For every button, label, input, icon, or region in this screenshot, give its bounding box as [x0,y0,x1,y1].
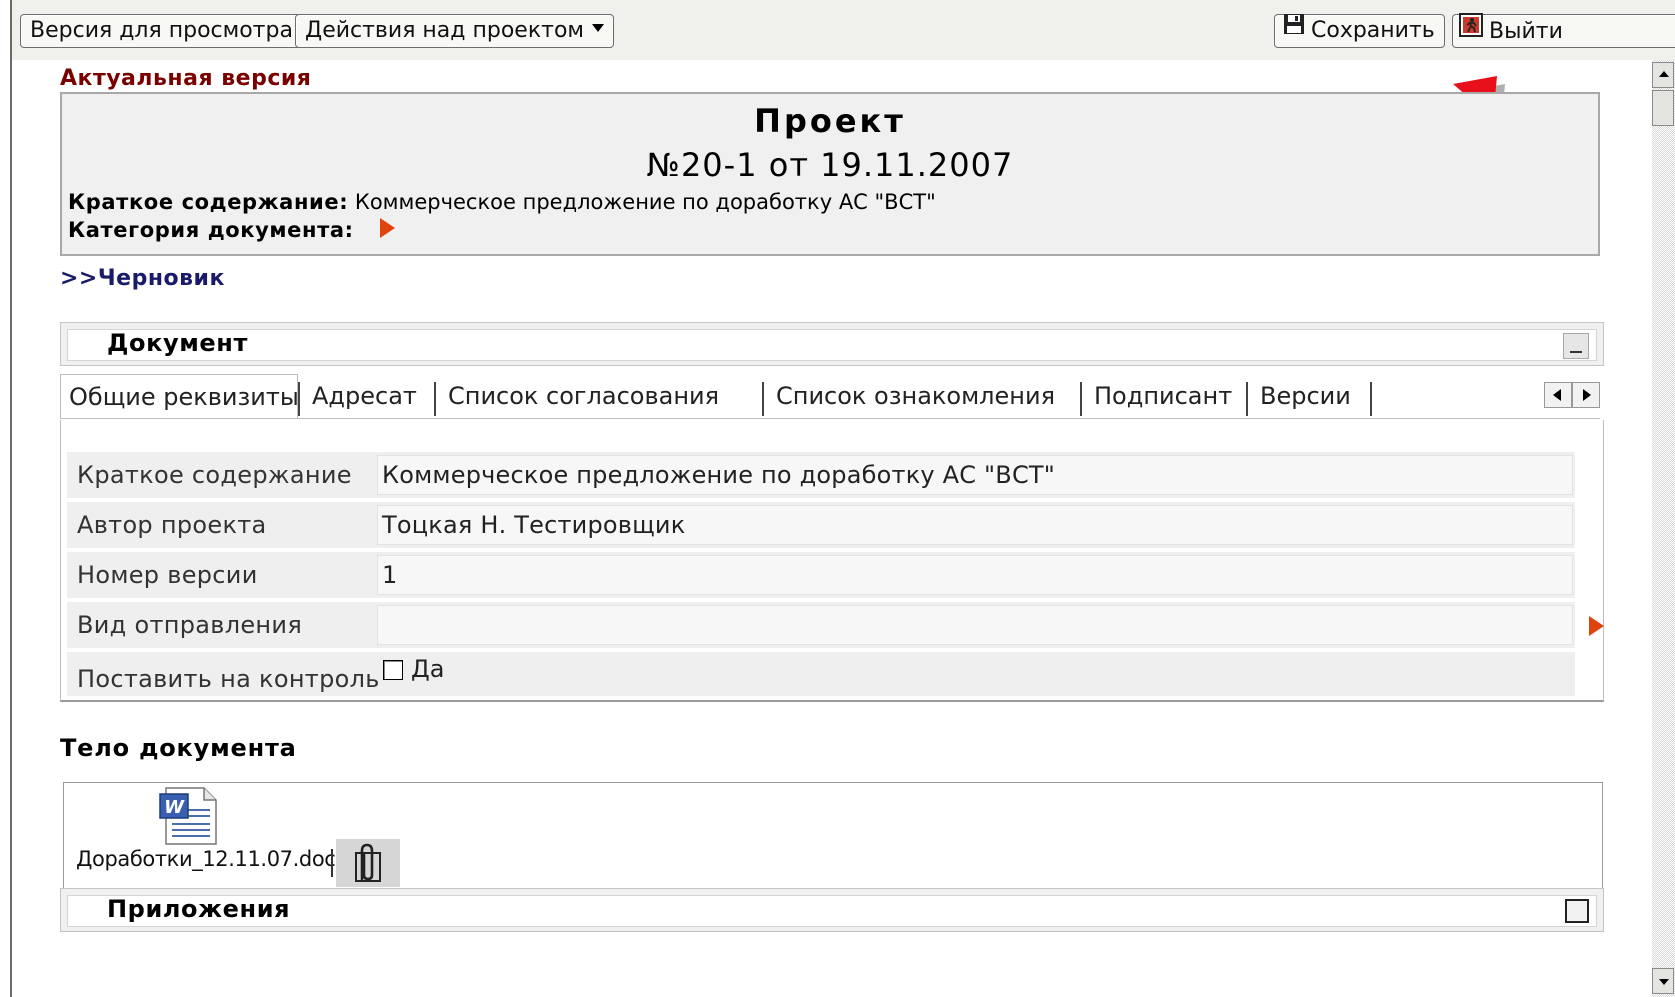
document-body-title: Тело документа [60,734,297,762]
tab-signatory[interactable]: Подписант [1086,374,1240,418]
project-number: №20-1 от 19.11.2007 [646,146,1014,184]
attachments-section-header[interactable]: Приложения [60,888,1604,932]
word-document-icon[interactable]: W [158,786,222,850]
maximize-icon[interactable] [1565,899,1589,923]
tab-separator [1246,382,1248,416]
tab-separator [434,382,436,416]
field-label: Поставить на контроль [77,665,380,693]
tab-familiarization-list[interactable]: Список ознакомления [768,374,1063,418]
vertical-scrollbar[interactable] [1652,60,1675,997]
tab-versions[interactable]: Версии [1252,374,1359,418]
chevron-down-icon [592,24,604,32]
arrow-up-icon [1659,71,1669,77]
summary-row: Краткое содержание: Коммерческое предлож… [68,190,936,214]
field-label: Автор проекта [77,511,267,539]
section-header-inner [67,895,1597,927]
control-checkbox[interactable] [383,660,403,680]
document-body-panel: W Доработки_12.11.07.doc [63,782,1603,894]
project-actions-dropdown[interactable]: Действия над проектом [295,14,614,48]
document-section-header[interactable]: Документ [60,322,1604,366]
tab-separator [762,382,764,416]
tab-separator [1370,382,1372,416]
svg-text:W: W [164,797,185,818]
window-left-edge [10,0,12,997]
save-label: Сохранить [1311,18,1435,43]
control-checkbox-label: Да [411,655,445,683]
field-row-version-number: Номер версии 1 [67,552,1575,598]
tab-scroll-right-button[interactable] [1572,382,1600,408]
exit-button[interactable]: Выйти [1452,13,1675,48]
scroll-up-button[interactable] [1652,62,1674,88]
tab-approval-list[interactable]: Список согласования [440,374,727,418]
floppy-disk-icon [1283,13,1305,45]
document-tabs: Общие реквизиты Адресат Список согласова… [60,374,1600,419]
field-label: Номер версии [77,561,258,589]
summary-label: Краткое содержание: [68,190,349,214]
field-row-summary: Краткое содержание Коммерческое предложе… [67,452,1575,498]
field-row-control: Поставить на контроль Да [67,652,1575,696]
scroll-thumb[interactable] [1652,90,1674,126]
exit-icon [1459,13,1483,47]
scroll-down-button[interactable] [1652,968,1674,994]
tab-addressee[interactable]: Адресат [304,374,425,418]
draft-link[interactable]: >>Черновик [60,266,225,291]
save-button[interactable]: Сохранить [1274,14,1445,48]
category-expand-icon[interactable] [379,218,395,238]
project-title: Проект [754,102,906,140]
arrow-down-icon [1659,979,1669,985]
field-row-author: Автор проекта Тоцкая Н. Тестировщик [67,502,1575,548]
summary-value: Коммерческое предложение по доработку АС… [354,190,936,214]
tab-scroll-left-button[interactable] [1544,382,1572,408]
minimize-icon[interactable] [1563,333,1589,359]
field-label: Краткое содержание [77,461,352,489]
tab-general[interactable]: Общие реквизиты [60,374,299,418]
arrow-left-icon [1553,389,1561,401]
attach-file-button[interactable] [336,839,400,887]
arrow-right-icon [1583,389,1591,401]
section-header-inner [67,329,1597,361]
dispatch-type-field[interactable] [377,605,1573,645]
project-actions-label: Действия над проектом [305,18,584,43]
category-row: Категория документа: [68,218,395,242]
toolbar: Версия для просмотра Действия над проект… [12,0,1675,60]
document-section-title: Документ [107,329,248,357]
dispatch-type-expand-icon[interactable] [1589,616,1604,636]
paperclip-icon [355,843,381,882]
view-version-button[interactable]: Версия для просмотра [20,14,303,48]
category-label: Категория документа: [68,218,354,242]
project-header-panel: Проект №20-1 от 19.11.2007 Краткое содер… [60,92,1600,256]
file-separator [331,849,333,877]
field-label: Вид отправления [77,611,303,639]
version-number-field[interactable]: 1 [377,555,1573,595]
actual-version-label: Актуальная версия [60,66,312,91]
view-version-label: Версия для просмотра [30,18,293,43]
field-row-dispatch-type: Вид отправления [67,602,1604,648]
exit-label: Выйти [1489,19,1563,44]
general-fields-panel: Краткое содержание Коммерческое предложе… [60,420,1604,702]
tab-separator [298,382,300,416]
summary-field[interactable]: Коммерческое предложение по доработку АС… [377,455,1573,495]
author-field[interactable]: Тоцкая Н. Тестировщик [377,505,1573,545]
attachments-section-title: Приложения [107,895,291,923]
attached-file-link[interactable]: Доработки_12.11.07.doc [76,847,336,871]
tab-separator [1080,382,1082,416]
